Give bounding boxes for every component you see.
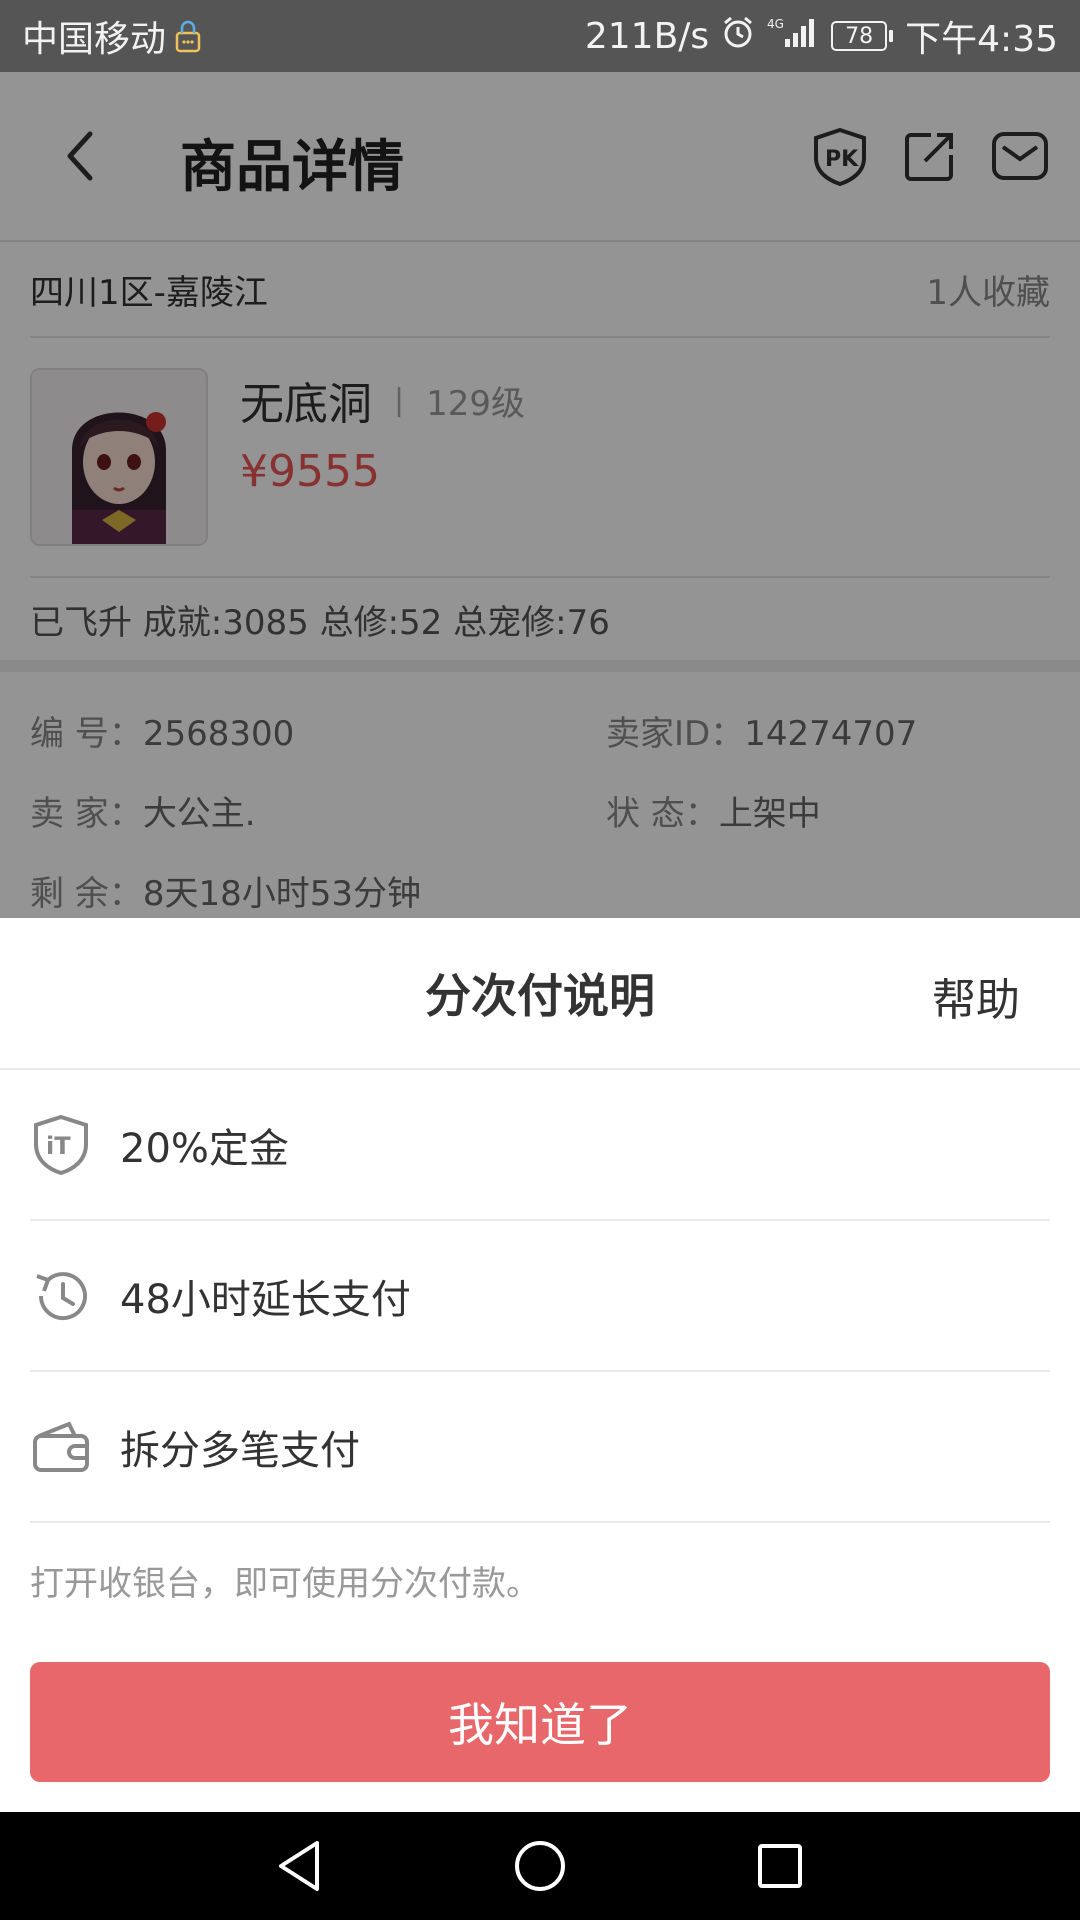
feature-label: 拆分多笔支付	[120, 1427, 360, 1474]
nav-home-icon	[515, 1841, 565, 1891]
feature-extended-payment: 48小时延长支付	[30, 1221, 1050, 1372]
network-speed: 211B/s	[584, 15, 710, 57]
history-clock-icon	[30, 1265, 92, 1327]
sheet-note: 打开收银台，即可使用分次付款。	[30, 1563, 540, 1604]
vpn-lock-icon	[174, 19, 202, 53]
sheet-header: 分次付说明 帮助	[0, 918, 1080, 1070]
battery-level: 78	[831, 21, 888, 51]
status-bar: 中国移动 211B/s 4G 78 下午4:35	[0, 0, 1080, 72]
feature-deposit: iT 20%定金	[30, 1070, 1050, 1221]
nav-home-button[interactable]	[500, 1826, 580, 1906]
deposit-shield-icon: iT	[30, 1114, 92, 1176]
nav-back-icon	[279, 1841, 319, 1891]
clock-time: 下午4:35	[905, 19, 1058, 60]
help-link[interactable]: 帮助	[932, 964, 1020, 1028]
installment-info-sheet: 分次付说明 帮助 iT 20%定金 48小时延长支付 拆分多笔支付 打开收银台，…	[0, 918, 1080, 1812]
modal-backdrop[interactable]	[0, 72, 1080, 918]
sheet-title: 分次付说明	[425, 969, 655, 1023]
nav-recents-icon	[758, 1844, 802, 1888]
wallet-icon	[30, 1416, 92, 1478]
svg-text:iT: iT	[46, 1132, 71, 1160]
system-nav-bar	[0, 1812, 1080, 1920]
got-it-button[interactable]: 我知道了	[30, 1662, 1050, 1782]
svg-text:4G: 4G	[767, 17, 784, 31]
feature-label: 20%定金	[120, 1125, 289, 1172]
nav-back-button[interactable]	[260, 1826, 340, 1906]
signal-4g-icon: 4G	[767, 15, 819, 58]
carrier-name: 中国移动	[22, 19, 167, 60]
feature-label: 48小时延长支付	[120, 1276, 411, 1323]
nav-recents-button[interactable]	[740, 1826, 820, 1906]
alarm-icon	[721, 15, 755, 58]
feature-split-payment: 拆分多笔支付	[30, 1372, 1050, 1523]
battery-icon: 78	[831, 21, 894, 51]
